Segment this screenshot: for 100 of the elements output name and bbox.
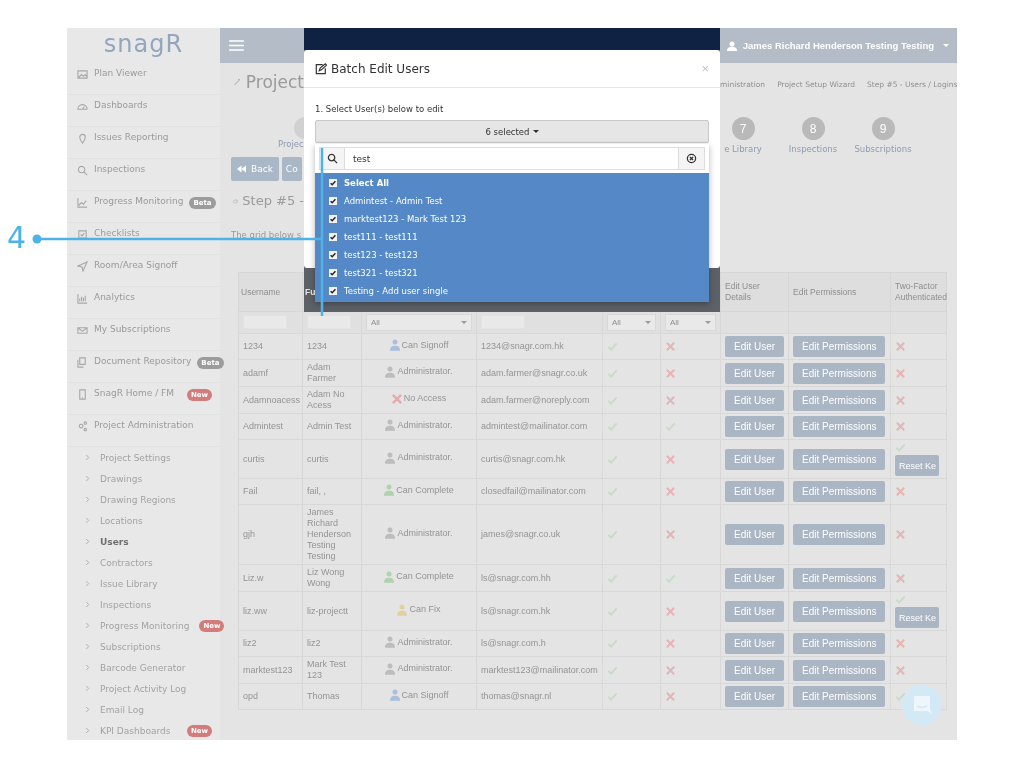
multi-select-dropdown[interactable]: 6 selected — [315, 120, 709, 143]
back-button[interactable]: Back — [231, 157, 279, 181]
filter-dropdown[interactable]: All — [607, 314, 656, 331]
callout-number: 4 — [7, 221, 27, 255]
sub-nav-item[interactable]: Locations — [67, 510, 220, 531]
filter-dropdown[interactable]: All — [665, 314, 716, 331]
nav-item[interactable]: Plan Viewer — [67, 63, 220, 95]
checkbox[interactable] — [329, 287, 337, 295]
sub-nav-item[interactable]: Subscriptions — [67, 636, 220, 657]
chevron-icon — [85, 685, 90, 692]
checkbox[interactable] — [329, 197, 337, 205]
nav-item[interactable]: Dashboards — [67, 95, 220, 127]
edit-user-button[interactable]: Edit User — [725, 336, 785, 357]
person-icon — [385, 451, 396, 464]
step-circle[interactable]: 7 — [731, 117, 755, 140]
sub-nav-item[interactable]: Drawings — [67, 468, 220, 489]
edit-user-button[interactable]: Edit User — [725, 600, 785, 622]
table-cell: Adam No Acess — [302, 386, 362, 414]
nav-item[interactable]: Checklists — [67, 223, 220, 255]
edit-permissions-button[interactable]: Edit Permissions — [793, 416, 886, 437]
role-label: Administrator. — [397, 366, 453, 377]
dialog-title: Batch Edit Users — [331, 61, 431, 76]
sub-nav-item[interactable]: Inspections — [67, 594, 220, 615]
table-cell: marktest123@mailinator.com — [476, 656, 603, 684]
edit-user-button[interactable]: Edit User — [725, 389, 785, 411]
sub-nav-item[interactable]: Email Log — [67, 699, 220, 720]
dropdown-option[interactable]: test111 - test111 — [315, 228, 709, 246]
clear-button[interactable] — [678, 147, 705, 170]
filter-field[interactable] — [307, 315, 351, 330]
role-label: Administrator. — [397, 452, 453, 463]
table-cell: Admin Test — [302, 413, 362, 440]
sub-nav-item[interactable]: Project Settings — [67, 447, 220, 468]
edit-permissions-button[interactable]: Edit Permissions — [793, 659, 886, 681]
edit-permissions-button[interactable]: Edit Permissions — [793, 686, 886, 707]
person-icon — [385, 419, 396, 431]
checkbox[interactable] — [329, 215, 337, 223]
search-icon — [77, 165, 88, 176]
checkbox[interactable] — [329, 179, 337, 187]
sub-nav-item[interactable]: Project Activity Log — [67, 678, 220, 699]
edit-permissions-button[interactable]: Edit Permissions — [793, 481, 886, 502]
table-cell: opd — [238, 683, 303, 710]
table-cell: 1234 — [302, 333, 362, 360]
nav-item[interactable]: Inspections — [67, 159, 220, 191]
edit-permissions-button[interactable]: Edit Permissions — [793, 448, 886, 470]
sub-nav-item[interactable]: Contractors — [67, 552, 220, 573]
dropdown-option[interactable]: Admintest - Admin Test — [315, 192, 709, 210]
person-icon — [385, 662, 396, 675]
sub-nav-item[interactable]: Users — [67, 531, 220, 552]
edit-permissions-button[interactable]: Edit Permissions — [793, 633, 886, 654]
edit-permissions-button[interactable]: Edit Permissions — [793, 567, 886, 589]
nav-item[interactable]: My Subscriptions — [67, 319, 220, 351]
sub-nav-item[interactable]: Issue Library — [67, 573, 220, 594]
reset-key-button[interactable]: Reset Ke — [895, 607, 940, 628]
step-circle[interactable]: 9 — [871, 117, 895, 140]
edit-user-button[interactable]: Edit User — [725, 481, 785, 502]
edit-permissions-button[interactable]: Edit Permissions — [793, 362, 886, 384]
edit-permissions-button[interactable]: Edit Permissions — [793, 336, 886, 357]
search-button[interactable] — [319, 147, 345, 170]
user-menu[interactable]: James Richard Henderson Testing Testing — [726, 40, 949, 51]
wizard-button[interactable]: Co — [281, 157, 302, 181]
edit-user-button[interactable]: Edit User — [725, 448, 785, 470]
checkbox[interactable] — [329, 269, 337, 277]
edit-user-button[interactable]: Edit User — [725, 567, 785, 589]
edit-permissions-button[interactable]: Edit Permissions — [793, 389, 886, 411]
nav-item[interactable]: Issues Reporting — [67, 127, 220, 159]
edit-user-button[interactable]: Edit User — [725, 362, 785, 384]
sub-nav-item[interactable]: Drawing Regions — [67, 489, 220, 510]
reset-key-button[interactable]: Reset Ke — [895, 455, 940, 476]
person-icon — [397, 603, 408, 616]
logo: snagR — [102, 29, 185, 60]
filter-dropdown[interactable]: All — [366, 314, 472, 331]
edit-user-button[interactable]: Edit User — [725, 524, 785, 545]
table-cell: adam.farmer@snagr.co.uk — [476, 359, 603, 387]
sub-nav-item[interactable]: Barcode Generator — [67, 657, 220, 678]
edit-permissions-button[interactable]: Edit Permissions — [793, 524, 886, 545]
table-cell: Fail — [238, 478, 303, 505]
edit-user-button[interactable]: Edit User — [725, 633, 785, 654]
checkbox[interactable] — [329, 233, 337, 241]
step-circle[interactable]: 8 — [801, 117, 825, 140]
table-cell: Adamnoacess — [238, 386, 303, 414]
dropdown-option[interactable]: Testing - Add user single — [315, 282, 709, 300]
close-button[interactable]: × — [701, 61, 709, 76]
checkbox[interactable] — [329, 251, 337, 259]
dropdown-option[interactable]: test123 - test123 — [315, 246, 709, 264]
edit-user-button[interactable]: Edit User — [725, 416, 785, 437]
search-field[interactable]: test — [345, 147, 678, 170]
edit-permissions-button[interactable]: Edit Permissions — [793, 600, 886, 622]
dropdown-option[interactable]: marktest123 - Mark Test 123 — [315, 210, 709, 228]
edit-user-button[interactable]: Edit User — [725, 659, 785, 681]
dropdown-option[interactable]: Select All — [315, 174, 709, 192]
chevron-icon — [85, 706, 90, 713]
chevron-icon — [85, 664, 90, 671]
nav-item[interactable]: Project Administration — [67, 415, 220, 447]
table-cell: ls@snagr.com.hk — [476, 591, 603, 631]
dropdown-option[interactable]: test321 - test321 — [315, 264, 709, 282]
map-pin-icon — [77, 133, 88, 144]
nav-item[interactable]: Room/Area Signoff — [67, 255, 220, 287]
copy-icon — [77, 357, 88, 368]
nav-item[interactable]: Analytics — [67, 287, 220, 319]
edit-user-button[interactable]: Edit User — [725, 686, 785, 707]
